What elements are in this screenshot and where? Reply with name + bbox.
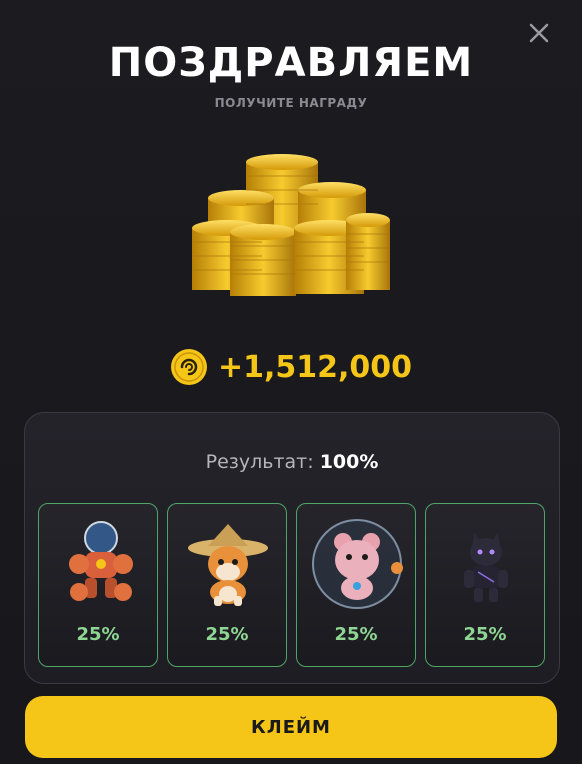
- coin-stack-image: [192, 154, 390, 296]
- hamster-character-image: [312, 519, 403, 609]
- page-title: ПОЗДРАВЛЯЕМ: [108, 40, 474, 86]
- result-panel: Результат: 100% 25% 25% 25% 25%: [24, 412, 560, 684]
- card-percent: 25%: [76, 624, 120, 645]
- page-subtitle: ПОЛУЧИТЕ НАГРАДУ: [214, 96, 368, 110]
- reward-amount: +1,512,000: [217, 349, 413, 385]
- result-text: Результат: 100%: [25, 451, 559, 473]
- result-label: Результат:: [205, 451, 314, 473]
- claim-button[interactable]: КЛЕЙМ: [25, 696, 557, 758]
- robot-character-image: [69, 521, 133, 601]
- robot-character-card[interactable]: 25%: [38, 503, 158, 667]
- reward-row: +1,512,000: [0, 348, 582, 386]
- shiba-character-card[interactable]: 25%: [167, 503, 287, 667]
- card-percent: 25%: [463, 624, 507, 645]
- result-value: 100%: [319, 451, 379, 473]
- shiba-character-image: [188, 524, 268, 606]
- panther-character-card[interactable]: 25%: [425, 503, 545, 667]
- hamster-character-card[interactable]: 25%: [296, 503, 416, 667]
- coin-icon: [170, 349, 207, 385]
- card-percent: 25%: [334, 624, 378, 645]
- panther-character-image: [464, 532, 508, 602]
- card-percent: 25%: [205, 624, 249, 645]
